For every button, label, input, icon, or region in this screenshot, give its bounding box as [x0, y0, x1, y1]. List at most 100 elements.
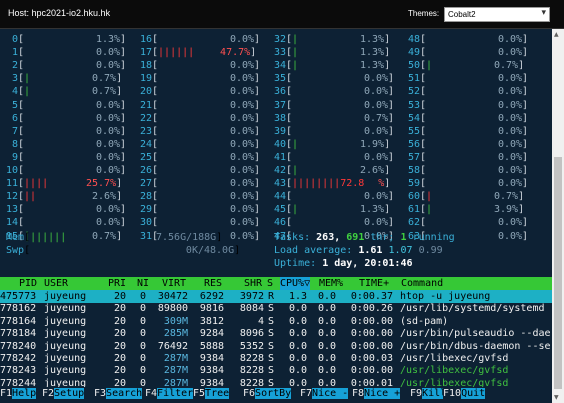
column-header-user[interactable]: USER — [44, 277, 68, 290]
table-row[interactable]: 778164 juyeung 20 0 309M 3812 4 S 0.0 0.0 0:00.00(… — [0, 315, 552, 328]
fkey-label: Nice - — [312, 388, 349, 399]
cpu-percent: 1.3% — [359, 204, 385, 216]
cpu-meter-0: 0[1.3%] — [0, 33, 126, 46]
cpu-meter-37: 37[0.0%] — [268, 99, 394, 112]
threads-count: 691 — [346, 232, 365, 243]
fkey-key: F2 — [42, 388, 55, 399]
cell-res: 6292 — [199, 291, 224, 302]
cpu-meter-32: 32[| 1.3%] — [268, 33, 390, 46]
column-header-cpu[interactable]: CPU%▽ — [280, 277, 311, 290]
fkey-help[interactable]: F1Help — [0, 387, 37, 400]
cpu-meter-5: 5[0.0%] — [0, 99, 126, 112]
themes-label: Themes: — [408, 9, 440, 18]
scroll-down-icon[interactable]: ▼ — [554, 394, 559, 401]
cpu-number: 36 — [273, 86, 286, 98]
fkey-search[interactable]: F3Search — [94, 387, 143, 400]
cpu-bars: || — [24, 191, 37, 203]
cell-s: R — [268, 291, 275, 302]
cpu-number: 42 — [273, 165, 286, 176]
column-header-pid[interactable]: PID — [19, 277, 37, 290]
cpu-percent: 0.0% — [363, 86, 389, 98]
fkey-nice[interactable]: F7Nice - — [300, 387, 349, 400]
cpu-percent: 0.0% — [363, 99, 389, 111]
cell-cmd: /usr/libexec/gvfsd — [400, 353, 509, 364]
column-header-shr[interactable]: SHR — [244, 277, 262, 290]
fkey-key: F1 — [0, 388, 13, 399]
column-header-virt[interactable]: VIRT — [162, 277, 186, 290]
cpu-meter-9: 9[0.0%] — [0, 151, 126, 164]
cpu-meter-55: 55[0.0%] — [402, 125, 528, 138]
cpu-percent: 0.0% — [95, 165, 121, 176]
scrollbar[interactable]: ▲ ▼ — [552, 29, 564, 403]
cpu-percent: 0.0% — [229, 178, 255, 190]
scroll-up-icon[interactable]: ▲ — [554, 31, 559, 38]
cpu-number: 12 — [5, 191, 18, 203]
cpu-meter-13: 13[0.0%] — [0, 203, 126, 216]
fkey-quit[interactable]: F10Quit — [443, 387, 486, 400]
cpu-percent: 0.0% — [497, 99, 523, 111]
cpu-percent: 0.0% — [363, 191, 389, 203]
cpu-meter-53: 53[0.0%] — [402, 99, 528, 112]
cpu-number: 0 — [11, 34, 18, 45]
cpu-meter-16: 16[0.0%] — [134, 33, 260, 46]
column-header-mem[interactable]: MEM% — [319, 277, 343, 290]
cell-pri: 20 — [113, 291, 126, 302]
table-row[interactable]: 778243 juyeung 20 0 287M 9384 8228 S 0.0 0.0 0:00.… — [0, 364, 552, 377]
cpu-number: 41 — [273, 151, 286, 163]
table-row[interactable]: 475773 juyeung 20 0 30472 6292 3972 R 1.3 0.0 0:00… — [0, 290, 552, 303]
cpu-percent: 0.0% — [363, 151, 389, 163]
cell-time: 0:00.37 — [350, 291, 393, 302]
cpu-meter-14: 14[0.0%] — [0, 216, 126, 229]
cpu-meter-10: 10[0.0%] — [0, 164, 126, 177]
mem-value: 7.56G/188G — [156, 232, 217, 243]
cpu-meter-17: 17[|||||| 47.7%] — [134, 46, 256, 59]
fkey-tree[interactable]: F5Tree — [193, 387, 230, 400]
column-header-ni[interactable]: NI — [137, 277, 149, 290]
table-row[interactable]: 778240 juyeung 20 0 76492 5888 5352 S 0.0 0.0 0:00… — [0, 340, 552, 353]
load-line: Load average: 1.61 1.07 0.99 — [274, 244, 443, 257]
tasks-count: 263, — [316, 232, 341, 243]
fkey-key: F6 — [243, 388, 256, 399]
table-row[interactable]: 778242 juyeung 20 0 287M 9384 8228 S 0.0 0.0 0:00.… — [0, 352, 552, 365]
column-header-pri[interactable]: PRI — [108, 277, 126, 290]
cell-user: juyeung — [44, 303, 87, 315]
cell-time: 0:00.26 — [350, 303, 393, 315]
fkey-sortby[interactable]: F6SortBy — [243, 387, 292, 400]
cpu-number: 5 — [11, 99, 18, 111]
fkey-filter[interactable]: F4Filter — [145, 387, 194, 400]
scrollbar-thumb[interactable] — [554, 157, 562, 389]
cell-res: 3812 — [199, 315, 224, 327]
fkey-setup[interactable]: F2Setup — [42, 387, 85, 400]
cpu-bars: ||||||||72.8 — [292, 178, 365, 190]
cpu-meter-25: 25[0.0%] — [134, 151, 260, 164]
cpu-meter-22: 22[0.0%] — [134, 112, 260, 125]
cpu-number: 6 — [11, 112, 18, 124]
fkey-label: Search — [106, 388, 143, 399]
cpu-meter-21: 21[0.0%] — [134, 99, 260, 112]
table-row[interactable]: 778162 juyeung 20 0 89800 9816 8084 S 0.0 0.0 0:00… — [0, 302, 552, 315]
cpu-percent: 0.0% — [229, 60, 255, 72]
cpu-meter-33: 33[| 1.3%] — [268, 46, 390, 59]
fkey-kill[interactable]: F9Kill — [410, 387, 447, 400]
cell-res: 5888 — [199, 340, 224, 352]
fkey-nice[interactable]: F8Nice + — [352, 387, 401, 400]
themes-select[interactable]: Cobalt2 ▾ — [444, 7, 550, 22]
column-header-res[interactable]: RES — [204, 277, 222, 290]
fkey-label: Nice + — [364, 388, 401, 399]
cell-pri: 20 — [113, 340, 126, 352]
window-titlebar: Host: hpc2021-io2.hku.hk Themes: Cobalt2… — [0, 0, 564, 29]
terminal[interactable]: 0[1.3%] 1[0.0%] 2[0.0%] 3[| 0.7%] 4[| 0.7%] 5[0… — [0, 29, 552, 403]
cpu-percent: 1.3% — [95, 34, 121, 45]
column-header-state[interactable]: S — [267, 277, 273, 290]
column-header-command[interactable]: Command — [401, 277, 443, 290]
cell-pid: 778184 — [0, 328, 37, 340]
cpu-meter-56: 56[0.0%] — [402, 138, 528, 151]
table-row[interactable]: 778184 juyeung 20 0 285M 9284 8096 S 0.0 0.0 0:00.… — [0, 327, 552, 340]
cell-time: 0:00.00 — [350, 315, 393, 327]
cpu-percent: 0.0% — [229, 217, 255, 229]
cpu-number: 2 — [11, 60, 18, 72]
cpu-meter-34: 34[| 1.3%] — [268, 59, 390, 72]
cell-pri: 20 — [113, 328, 126, 340]
column-header-time[interactable]: TIME+ — [359, 277, 389, 290]
cpu-number: 4 — [11, 86, 18, 98]
